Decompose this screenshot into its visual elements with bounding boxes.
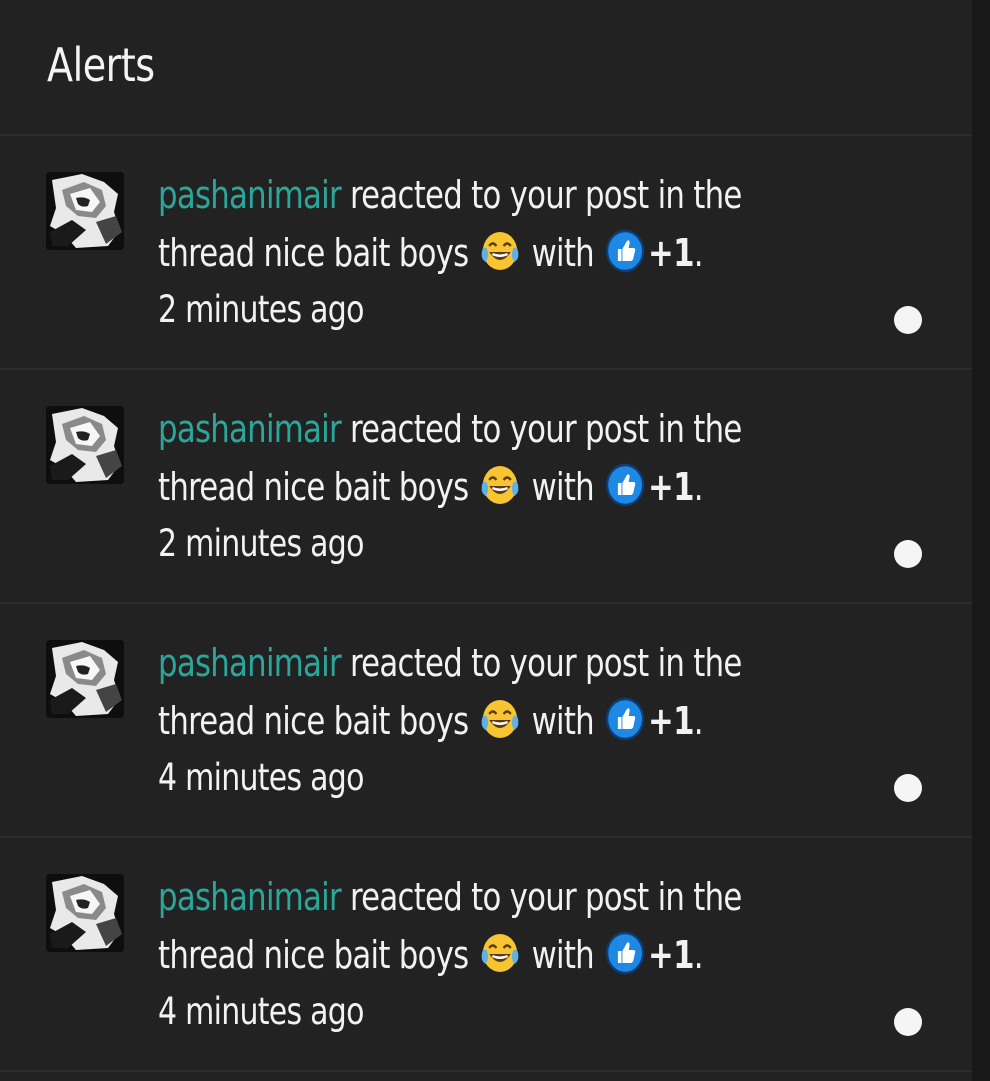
alert-time: 2 minutes ago <box>158 288 364 331</box>
reaction-label: +1 <box>648 699 694 743</box>
alerts-header: Alerts <box>0 0 972 136</box>
username-link[interactable]: pashanimair <box>158 173 342 217</box>
laughing-tears-emoji-icon <box>479 696 520 742</box>
alert-end-punct: . <box>693 465 704 509</box>
laughing-tears-emoji-icon <box>479 930 520 976</box>
user-avatar[interactable] <box>46 406 124 484</box>
reaction-label: +1 <box>648 231 694 275</box>
unread-dot-icon[interactable] <box>894 774 922 802</box>
alert-text: pashanimair reacted to your post in the … <box>158 166 788 338</box>
alert-with-text: with <box>522 231 604 275</box>
user-avatar[interactable] <box>46 874 124 952</box>
alert-item[interactable]: pashanimair reacted to your post in the … <box>0 370 972 604</box>
alert-with-text: with <box>522 933 604 977</box>
laughing-tears-emoji-icon <box>479 462 520 508</box>
alert-with-text: with <box>522 465 604 509</box>
username-link[interactable]: pashanimair <box>158 407 342 451</box>
alerts-list: pashanimair reacted to your post in the … <box>0 136 972 1072</box>
alert-item[interactable]: pashanimair reacted to your post in the … <box>0 136 972 370</box>
alert-end-punct: . <box>693 699 704 743</box>
thumbs-up-icon <box>605 228 646 274</box>
alerts-panel: Alerts pashanimair reacted to your post … <box>0 0 972 1081</box>
username-link[interactable]: pashanimair <box>158 875 342 919</box>
alert-time: 4 minutes ago <box>158 756 364 799</box>
alert-time: 2 minutes ago <box>158 522 364 565</box>
reaction-label: +1 <box>648 933 694 977</box>
alert-text: pashanimair reacted to your post in the … <box>158 634 788 806</box>
unread-dot-icon[interactable] <box>894 306 922 334</box>
user-avatar[interactable] <box>46 172 124 250</box>
page-title: Alerts <box>47 38 155 92</box>
unread-dot-icon[interactable] <box>894 1008 922 1036</box>
scrollbar[interactable] <box>972 0 990 1081</box>
alert-end-punct: . <box>693 933 704 977</box>
username-link[interactable]: pashanimair <box>158 641 342 685</box>
alert-with-text: with <box>522 699 604 743</box>
thumbs-up-icon <box>605 696 646 742</box>
alert-text: pashanimair reacted to your post in the … <box>158 400 788 572</box>
alert-end-punct: . <box>693 231 704 275</box>
user-avatar[interactable] <box>46 640 124 718</box>
alert-item[interactable]: pashanimair reacted to your post in the … <box>0 838 972 1072</box>
alert-time: 4 minutes ago <box>158 990 364 1033</box>
alert-item[interactable]: pashanimair reacted to your post in the … <box>0 604 972 838</box>
thumbs-up-icon <box>605 930 646 976</box>
reaction-label: +1 <box>648 465 694 509</box>
alert-text: pashanimair reacted to your post in the … <box>158 868 788 1040</box>
unread-dot-icon[interactable] <box>894 540 922 568</box>
thumbs-up-icon <box>605 462 646 508</box>
laughing-tears-emoji-icon <box>479 228 520 274</box>
